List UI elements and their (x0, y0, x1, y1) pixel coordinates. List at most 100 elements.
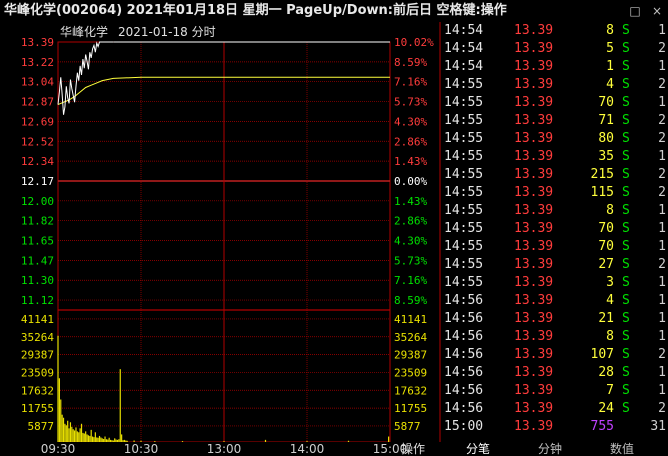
tab-2[interactable]: 数值 (592, 442, 652, 456)
tick-row[interactable]: 14:55 13.39 35 S 1 (442, 148, 668, 166)
time-tick-label: 09:30 (40, 442, 76, 456)
bottom-bar: 09:30 10:30 13:00 14:00 15:00 操作 分笔 分钟 数值 (0, 442, 668, 456)
tick-volume: 27 (598, 257, 614, 272)
pct-tick-label: 2.86% (394, 215, 427, 228)
tick-time: 14:54 (444, 23, 484, 38)
tick-row[interactable]: 14:54 13.39 1 S 1 (442, 58, 668, 76)
volume-tick-label: 29387 (21, 349, 54, 362)
tick-volume: 70 (598, 221, 614, 236)
tick-row[interactable]: 14:55 13.39 80 S 2 (442, 130, 668, 148)
tick-time: 14:55 (444, 131, 484, 146)
tick-price: 13.39 (514, 365, 554, 380)
tick-price: 13.39 (514, 419, 554, 434)
tick-count: 1 (658, 311, 666, 326)
tick-side: S (622, 113, 630, 128)
pct-tick-label: 1.43% (394, 155, 427, 168)
tick-side: S (622, 185, 630, 200)
tick-volume: 115 (590, 185, 614, 200)
tick-row[interactable]: 14:55 13.39 70 S 1 (442, 220, 668, 238)
tick-row[interactable]: 14:56 13.39 4 S 1 (442, 292, 668, 310)
tick-volume: 4 (606, 293, 614, 308)
tick-price: 13.39 (514, 167, 554, 182)
tick-price: 13.39 (514, 329, 554, 344)
tick-price: 13.39 (514, 77, 554, 92)
tick-time: 14:56 (444, 293, 484, 308)
tick-side: S (622, 167, 630, 182)
tick-volume: 4 (606, 77, 614, 92)
tick-row[interactable]: 14:56 13.39 8 S 1 (442, 328, 668, 346)
tick-row[interactable]: 14:56 13.39 21 S 1 (442, 310, 668, 328)
tick-price: 13.39 (514, 41, 554, 56)
chart-date: 2021-01-18 分时 (118, 25, 216, 39)
tick-row[interactable]: 15:00 13.39 755 31 (442, 418, 668, 436)
tick-volume: 215 (590, 167, 614, 182)
tick-time: 14:56 (444, 347, 484, 362)
tick-list[interactable]: 14:54 13.39 8 S 1 14:54 13.39 5 S 2 14:54 13.39 1 S 1 1… (442, 22, 668, 442)
tick-row[interactable]: 14:55 13.39 70 S 1 (442, 94, 668, 112)
close-icon[interactable]: × (650, 0, 664, 22)
tick-time: 15:00 (444, 419, 484, 434)
price-tick-label: 11.12 (21, 294, 54, 307)
tick-row[interactable]: 14:56 13.39 24 S 2 (442, 400, 668, 418)
tick-count: 1 (658, 365, 666, 380)
tick-volume: 80 (598, 131, 614, 146)
tick-count: 2 (658, 257, 666, 272)
tick-row[interactable]: 14:55 13.39 70 S 1 (442, 238, 668, 256)
tick-row[interactable]: 14:55 13.39 115 S 2 (442, 184, 668, 202)
tick-row[interactable]: 14:55 13.39 4 S 2 (442, 76, 668, 94)
price-tick-label: 13.39 (21, 36, 54, 49)
price-tick-label: 13.22 (21, 56, 54, 69)
tick-row[interactable]: 14:54 13.39 5 S 2 (442, 40, 668, 58)
tick-count: 1 (658, 149, 666, 164)
tick-time: 14:56 (444, 365, 484, 380)
tick-count: 2 (658, 167, 666, 182)
price-tick-label: 12.69 (21, 115, 54, 128)
tick-count: 1 (658, 23, 666, 38)
pct-tick-label: 7.16% (394, 274, 427, 287)
intraday-chart[interactable]: 华峰化学 2021-01-18 分时 13.39 10.02% 13.22 8.59% 13… (0, 22, 442, 442)
maximize-icon[interactable]: □ (628, 0, 642, 22)
tick-side: S (622, 59, 630, 74)
tick-count: 1 (658, 383, 666, 398)
tick-row[interactable]: 14:55 13.39 27 S 2 (442, 256, 668, 274)
tick-count: 31 (650, 419, 666, 434)
price-tick-label: 12.52 (21, 135, 54, 148)
tick-row[interactable]: 14:55 13.39 8 S 1 (442, 202, 668, 220)
tick-volume: 8 (606, 23, 614, 38)
tick-row[interactable]: 14:55 13.39 215 S 2 (442, 166, 668, 184)
tick-volume: 70 (598, 95, 614, 110)
pct-tick-label: 1.43% (394, 195, 427, 208)
price-line (57, 41, 114, 115)
tick-price: 13.39 (514, 401, 554, 416)
volume-tick-label: 11755 (21, 402, 54, 415)
operate-button[interactable]: 操作 (398, 442, 428, 456)
tick-time: 14:55 (444, 185, 484, 200)
tick-volume: 70 (598, 239, 614, 254)
tick-row[interactable]: 14:54 13.39 8 S 1 (442, 22, 668, 40)
tab-0[interactable]: 分笔 (448, 442, 508, 456)
volume-tick-label-right: 23509 (394, 366, 427, 379)
tick-side: S (622, 329, 630, 344)
tick-volume: 21 (598, 311, 614, 326)
tick-side: S (622, 311, 630, 326)
price-tick-label: 12.34 (21, 155, 54, 168)
tab-1[interactable]: 分钟 (520, 442, 580, 456)
title-bar: 华峰化学(002064) 2021年01月18日 星期一 PageUp/Down… (0, 0, 668, 22)
tick-volume: 5 (606, 41, 614, 56)
tick-row[interactable]: 14:56 13.39 107 S 2 (442, 346, 668, 364)
tick-time: 14:54 (444, 41, 484, 56)
price-tick-label: 11.30 (21, 274, 54, 287)
tick-time: 14:55 (444, 149, 484, 164)
tick-price: 13.39 (514, 203, 554, 218)
tick-row[interactable]: 14:55 13.39 71 S 2 (442, 112, 668, 130)
tick-row[interactable]: 14:56 13.39 7 S 1 (442, 382, 668, 400)
price-tick-label: 11.82 (21, 215, 54, 228)
tick-side: S (622, 401, 630, 416)
tick-row[interactable]: 14:55 13.39 3 S 1 (442, 274, 668, 292)
tick-count: 2 (658, 77, 666, 92)
tick-count: 1 (658, 293, 666, 308)
time-tick-label: 13:00 (206, 442, 242, 456)
tick-row[interactable]: 14:56 13.39 28 S 1 (442, 364, 668, 382)
pct-tick-label: 8.59% (394, 56, 427, 69)
tick-count: 2 (658, 113, 666, 128)
